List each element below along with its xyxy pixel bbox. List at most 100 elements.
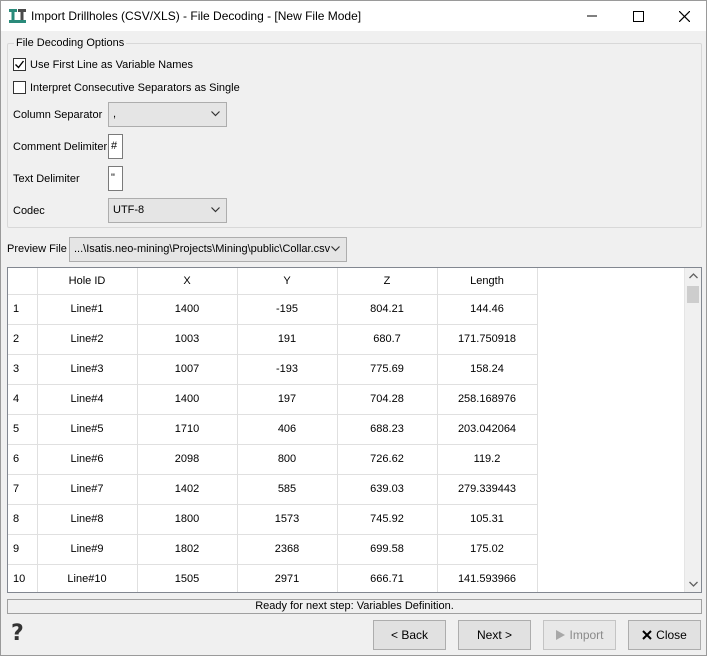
help-icon[interactable]: ? bbox=[11, 621, 24, 646]
table-cell[interactable]: Line#7 bbox=[37, 474, 138, 505]
row-number: 2 bbox=[8, 324, 38, 355]
back-button[interactable]: < Back bbox=[373, 620, 446, 650]
consecutive-separators-checkbox[interactable] bbox=[13, 81, 26, 94]
table-cell[interactable]: 175.02 bbox=[437, 534, 538, 565]
column-header[interactable]: Hole ID bbox=[37, 268, 138, 295]
table-cell[interactable]: 191 bbox=[237, 324, 338, 355]
use-first-line-checkbox-row[interactable]: Use First Line as Variable Names bbox=[13, 58, 193, 71]
preview-table[interactable]: Hole ID X Y Z Length 1 Line#1 1400 -195 804.… bbox=[7, 267, 702, 593]
table-cell[interactable]: 1573 bbox=[237, 504, 338, 535]
table-row[interactable]: 7 Line#7 1402 585 639.03 279.339443 bbox=[8, 474, 538, 505]
table-cell[interactable]: 1007 bbox=[137, 354, 238, 385]
column-separator-value: , bbox=[113, 108, 117, 120]
column-separator-select[interactable]: , bbox=[108, 102, 227, 127]
table-cell[interactable]: 699.58 bbox=[337, 534, 438, 565]
table-cell[interactable]: Line#10 bbox=[37, 564, 138, 592]
table-cell[interactable]: 800 bbox=[237, 444, 338, 475]
row-number-header bbox=[8, 268, 38, 295]
table-row[interactable]: 2 Line#2 1003 191 680.7 171.750918 bbox=[8, 324, 538, 355]
scroll-up-icon[interactable] bbox=[685, 269, 702, 283]
row-number: 4 bbox=[8, 384, 38, 415]
table-cell[interactable]: 1505 bbox=[137, 564, 238, 592]
table-cell[interactable]: 406 bbox=[237, 414, 338, 445]
row-number: 1 bbox=[8, 294, 38, 325]
table-cell[interactable]: 745.92 bbox=[337, 504, 438, 535]
scrollbar-thumb[interactable] bbox=[687, 286, 699, 303]
app-logo-icon bbox=[9, 9, 26, 23]
table-cell[interactable]: Line#8 bbox=[37, 504, 138, 535]
table-cell[interactable]: 804.21 bbox=[337, 294, 438, 325]
import-button-label: Import bbox=[569, 628, 604, 642]
consecutive-separators-checkbox-row[interactable]: Interpret Consecutive Separators as Sing… bbox=[13, 81, 240, 94]
table-cell[interactable]: 119.2 bbox=[437, 444, 538, 475]
column-header[interactable]: Z bbox=[337, 268, 438, 295]
next-button[interactable]: Next > bbox=[458, 620, 531, 650]
table-row[interactable]: 8 Line#8 1800 1573 745.92 105.31 bbox=[8, 504, 538, 535]
row-number: 7 bbox=[8, 474, 38, 505]
table-cell[interactable]: 704.28 bbox=[337, 384, 438, 415]
table-cell[interactable]: 726.62 bbox=[337, 444, 438, 475]
table-row[interactable]: 6 Line#6 2098 800 726.62 119.2 bbox=[8, 444, 538, 475]
preview-file-select[interactable]: ...\Isatis.neo-mining\Projects\Mining\pu… bbox=[69, 237, 347, 262]
table-cell[interactable]: Line#5 bbox=[37, 414, 138, 445]
table-cell[interactable]: 1800 bbox=[137, 504, 238, 535]
play-icon bbox=[556, 630, 566, 640]
table-row[interactable]: 1 Line#1 1400 -195 804.21 144.46 bbox=[8, 294, 538, 325]
column-header[interactable]: X bbox=[137, 268, 238, 295]
table-cell[interactable]: 1400 bbox=[137, 384, 238, 415]
use-first-line-label: Use First Line as Variable Names bbox=[30, 58, 194, 71]
minimize-button[interactable] bbox=[569, 1, 615, 31]
table-cell[interactable]: 688.23 bbox=[337, 414, 438, 445]
table-cell[interactable]: 197 bbox=[237, 384, 338, 415]
text-delimiter-field[interactable]: " bbox=[108, 166, 123, 191]
column-header[interactable]: Y bbox=[237, 268, 338, 295]
row-number: 6 bbox=[8, 444, 38, 475]
table-cell[interactable]: -195 bbox=[237, 294, 338, 325]
table-row[interactable]: 9 Line#9 1802 2368 699.58 175.02 bbox=[8, 534, 538, 565]
vertical-scrollbar[interactable] bbox=[684, 268, 701, 592]
table-cell[interactable]: 203.042064 bbox=[437, 414, 538, 445]
table-cell[interactable]: 1710 bbox=[137, 414, 238, 445]
column-separator-label: Column Separator bbox=[13, 109, 103, 121]
table-cell[interactable]: 1402 bbox=[137, 474, 238, 505]
table-cell[interactable]: Line#6 bbox=[37, 444, 138, 475]
row-number: 9 bbox=[8, 534, 38, 565]
table-row[interactable]: 5 Line#5 1710 406 688.23 203.042064 bbox=[8, 414, 538, 445]
table-row[interactable]: 3 Line#3 1007 -193 775.69 158.24 bbox=[8, 354, 538, 385]
table-cell[interactable]: 171.750918 bbox=[437, 324, 538, 355]
table-cell[interactable]: Line#9 bbox=[37, 534, 138, 565]
table-cell[interactable]: Line#1 bbox=[37, 294, 138, 325]
table-cell[interactable]: 144.46 bbox=[437, 294, 538, 325]
table-cell[interactable]: 1400 bbox=[137, 294, 238, 325]
table-cell[interactable]: 2368 bbox=[237, 534, 338, 565]
table-cell[interactable]: 1003 bbox=[137, 324, 238, 355]
table-cell[interactable]: Line#2 bbox=[37, 324, 138, 355]
table-cell[interactable]: 1802 bbox=[137, 534, 238, 565]
table-cell[interactable]: 2098 bbox=[137, 444, 238, 475]
comment-delimiter-field[interactable]: # bbox=[108, 134, 123, 159]
table-cell[interactable]: 680.7 bbox=[337, 324, 438, 355]
close-window-button[interactable] bbox=[661, 1, 707, 31]
scroll-down-icon[interactable] bbox=[685, 577, 702, 591]
table-cell[interactable]: 585 bbox=[237, 474, 338, 505]
column-header[interactable]: Length bbox=[437, 268, 538, 295]
table-cell[interactable]: -193 bbox=[237, 354, 338, 385]
table-cell[interactable]: Line#4 bbox=[37, 384, 138, 415]
close-button[interactable]: Close bbox=[628, 620, 701, 650]
maximize-button[interactable] bbox=[615, 1, 661, 31]
codec-select[interactable]: UTF-8 bbox=[108, 198, 227, 223]
table-row[interactable]: 4 Line#4 1400 197 704.28 258.168976 bbox=[8, 384, 538, 415]
table-cell[interactable]: 666.71 bbox=[337, 564, 438, 592]
table-cell[interactable]: 258.168976 bbox=[437, 384, 538, 415]
table-cell[interactable]: 2971 bbox=[237, 564, 338, 592]
table-cell[interactable]: 775.69 bbox=[337, 354, 438, 385]
table-cell[interactable]: 105.31 bbox=[437, 504, 538, 535]
table-cell[interactable]: 158.24 bbox=[437, 354, 538, 385]
table-cell[interactable]: Line#3 bbox=[37, 354, 138, 385]
use-first-line-checkbox[interactable] bbox=[13, 58, 26, 71]
import-button[interactable]: Import bbox=[543, 620, 616, 650]
table-cell[interactable]: 639.03 bbox=[337, 474, 438, 505]
table-cell[interactable]: 279.339443 bbox=[437, 474, 538, 505]
table-row[interactable]: 10 Line#10 1505 2971 666.71 141.593966 bbox=[8, 564, 538, 592]
table-cell[interactable]: 141.593966 bbox=[437, 564, 538, 592]
